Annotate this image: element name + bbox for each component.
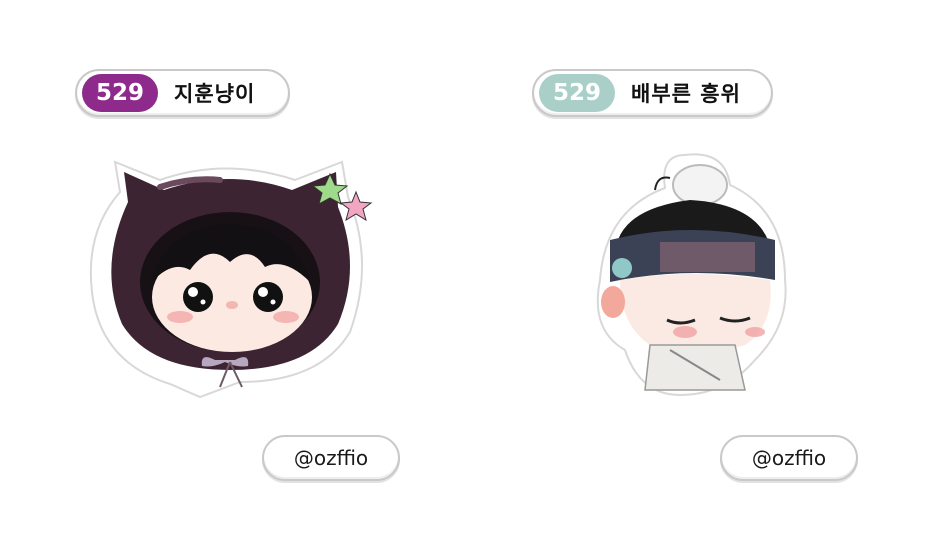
cat-hood-character-illustration bbox=[89, 160, 373, 399]
number-badge-left: 529 지훈냥이 bbox=[75, 69, 290, 117]
author-handle-right[interactable]: @ozffio bbox=[720, 435, 858, 481]
badge-name: 지훈냥이 bbox=[174, 82, 256, 106]
badge-name: 배부른 흥위 bbox=[631, 82, 741, 106]
number-badge-right: 529 배부른 흥위 bbox=[532, 69, 773, 117]
topknot-character-illustration bbox=[596, 153, 787, 397]
author-handle-left[interactable]: @ozffio bbox=[262, 435, 400, 481]
badge-number: 529 bbox=[82, 74, 158, 112]
badge-number: 529 bbox=[539, 74, 615, 112]
